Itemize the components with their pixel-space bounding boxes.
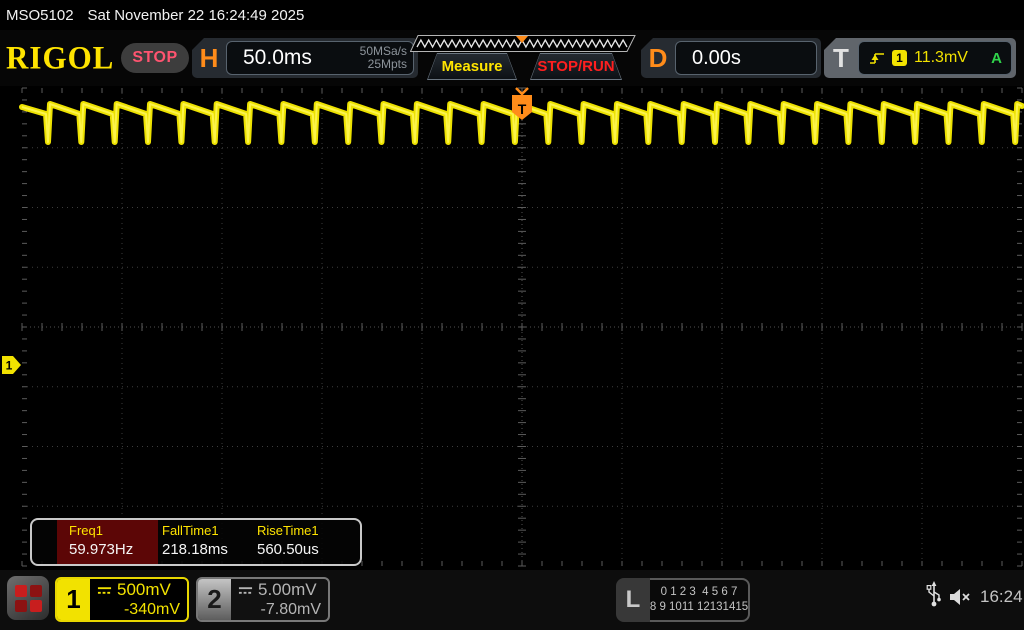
datetime-text: Sat November 22 16:24:49 2025 [87,6,305,24]
memory-depth: 25Mpts [367,57,407,71]
sample-rate: 50MSa/s [359,44,407,58]
memory-position-bar[interactable] [409,35,636,52]
measurement-label[interactable]: RiseTime1 [257,523,319,538]
measurement-value: 59.973Hz [69,541,134,558]
channel1-values: 500mV -340mV [90,579,187,620]
status-clock: 16:24 [980,587,1023,606]
ch1-ground-marker[interactable]: 1 [2,356,21,374]
waveform-display: T1 [2,87,1024,567]
trigger-panel[interactable]: T 1 11.3mV A [824,38,1016,78]
trigger-source-chip: 1 [892,50,907,66]
acquisition-info: 50MSa/s 25Mpts [360,45,407,71]
delay-value: 0.00s [692,46,741,69]
trigger-mode: A [991,49,1002,67]
horizontal-panel[interactable]: H 50.0ms 50MSa/s 25Mpts [192,38,418,78]
stop-run-button-label: STOP/RUN [531,54,621,79]
horizontal-label: H [199,42,219,73]
logic-row-1: 0 1 2 3 4 5 6 7 [660,586,738,598]
oscilloscope-screen: MSO5102 Sat November 22 16:24:49 2025 RI… [0,0,1024,630]
channel1-number: 1 [57,579,90,620]
channel1-scale: 500mV [117,580,171,599]
measurement-value: 218.18ms [162,541,228,558]
trigger-level-value: 11.3mV [914,49,968,66]
channel2-values: 5.00mV -7.80mV [231,579,328,620]
dc-coupling-icon [238,586,253,594]
logic-channel-list: 0 1 2 3 4 5 6 7 8 9 1011 12131415 [650,578,750,622]
dc-coupling-icon [97,586,112,594]
measurement-label[interactable]: FallTime1 [162,523,219,538]
measurement-panel[interactable]: Freq1 FallTime1 RiseTime1 59.973Hz 218.1… [30,518,362,566]
channel1-badge[interactable]: 1 500mV -340mV [55,577,189,622]
channel2-offset: -7.80mV [260,601,321,618]
model-name: MSO5102 [6,6,74,24]
delay-panel[interactable]: D 0.00s [641,38,821,78]
graticule-grid [21,87,1023,567]
svg-text:T: T [518,101,527,117]
channel2-scale: 5.00mV [258,580,317,599]
measure-button[interactable]: Measure [427,53,517,80]
speaker-muted-icon[interactable] [948,586,974,608]
measure-button-label: Measure [428,54,516,79]
trigger-label: T [833,42,849,73]
channel2-badge[interactable]: 2 5.00mV -7.80mV [196,577,330,622]
trigger-value-box: 1 11.3mV A [858,41,1012,75]
trigger-slope-icon [870,53,884,64]
red-grid-icon [14,584,42,612]
svg-text:1: 1 [6,359,13,373]
waveform-memory-zigzag-icon [409,35,636,52]
logic-channels-badge[interactable]: L 0 1 2 3 4 5 6 7 8 9 1011 12131415 [616,578,750,622]
top-control-bar: RIGOL STOP H 50.0ms 50MSa/s 25Mpts Measu… [0,30,1024,86]
measurement-value: 560.50us [257,541,319,558]
title-bar: MSO5102 Sat November 22 16:24:49 2025 [0,0,1024,30]
logic-row-2: 8 9 1011 12131415 [649,601,749,613]
logic-label: L [616,578,650,622]
channel2-number: 2 [198,579,231,620]
measurement-label[interactable]: Freq1 [69,523,103,538]
delay-label: D [648,42,668,73]
run-state-badge: STOP [121,43,189,73]
horizontal-value-box: 50.0ms 50MSa/s 25Mpts [226,41,414,75]
stop-run-button[interactable]: STOP/RUN [530,53,622,80]
bottom-status-bar: 1 500mV -340mV 2 5.00mV -7.80mV L 0 1 2 … [0,570,1024,630]
timebase-value: 50.0ms [243,46,312,69]
menu-grid-button[interactable] [7,576,49,620]
channel1-offset: -340mV [123,601,180,618]
rigol-logo: RIGOL [6,39,115,76]
delay-value-box: 0.00s [675,41,817,75]
usb-icon [926,581,941,607]
